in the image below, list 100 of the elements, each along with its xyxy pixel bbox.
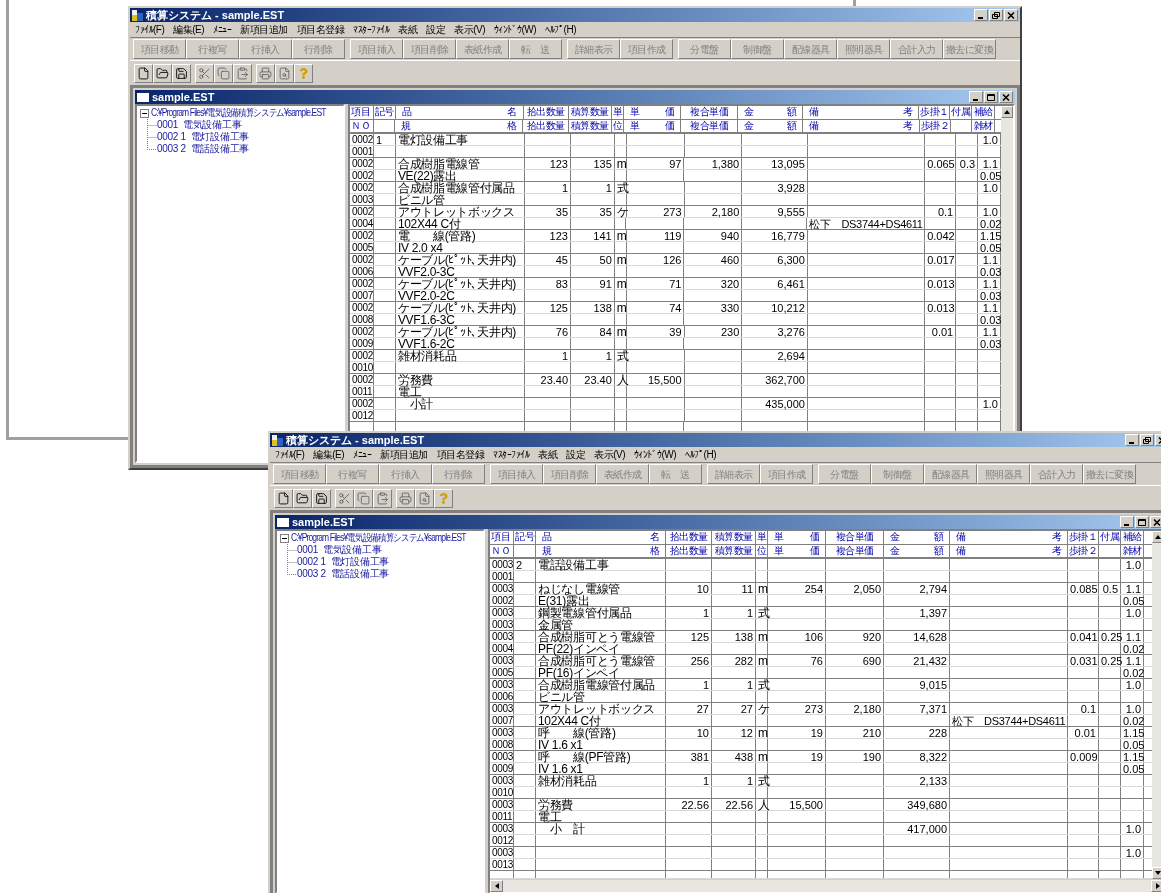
app-icon — [132, 9, 143, 21]
menu-item[interactable]: 編集(E) — [313, 447, 345, 462]
table-cell: 23.40 — [571, 374, 615, 385]
table-cell: 0.085 — [1068, 583, 1099, 594]
copy-button[interactable] — [354, 488, 373, 508]
tree-item[interactable]: 0002 1 電灯設備工事 — [157, 131, 249, 143]
minimize-button[interactable] — [974, 9, 988, 21]
menu-item[interactable]: 表示(V) — [594, 447, 625, 462]
paste-button[interactable] — [233, 63, 252, 83]
print-button[interactable] — [396, 488, 415, 508]
collapse-icon[interactable] — [280, 533, 289, 543]
close-button[interactable] — [999, 91, 1013, 103]
maximize-button[interactable] — [1135, 516, 1149, 528]
table-cell: 6,461 — [742, 278, 808, 289]
tree-item[interactable]: 0001 電気設備工事 — [297, 544, 382, 556]
minimize-button[interactable] — [1125, 434, 1139, 446]
table-cell: 0.05 — [1121, 763, 1144, 774]
vertical-scrollbar[interactable] — [1001, 106, 1013, 432]
table-cell: アウトレットボックス — [536, 703, 666, 714]
table-cell: ケ — [614, 206, 627, 217]
table-cell: 0002 — [350, 206, 374, 217]
tree-item[interactable]: 0003 2 電話設備工事 — [157, 143, 249, 155]
menu-item[interactable]: 項目名登録 — [296, 22, 345, 37]
column-header: 価 — [664, 106, 675, 119]
menu-item[interactable]: 表紙 — [398, 22, 418, 37]
minimize-button[interactable] — [1120, 516, 1134, 528]
menu-item[interactable]: 表示(V) — [454, 22, 485, 37]
menu-item[interactable]: ﾏｽﾀｰﾌｧｲﾙ — [493, 447, 530, 462]
menu-item[interactable]: ﾌｧｲﾙ(F) — [275, 447, 305, 462]
table-cell: 0013 — [490, 859, 514, 870]
menu-item[interactable]: 設定 — [426, 22, 446, 37]
help-button[interactable] — [434, 488, 453, 508]
close-icon — [1007, 11, 1015, 19]
menu-item[interactable]: 表紙 — [538, 447, 558, 462]
restore-button[interactable] — [1140, 434, 1154, 446]
tree-item[interactable]: 0002 1 電灯設備工事 — [297, 556, 389, 568]
open-folder-button[interactable] — [153, 63, 172, 83]
table-cell: 0002 — [350, 134, 374, 145]
table-cell: 8,322 — [884, 751, 950, 762]
table-cell: 1 — [666, 775, 712, 786]
column-header: 額 — [933, 544, 943, 557]
tree-item[interactable]: C:¥Program Files¥電気設備積算システム¥sample.EST — [291, 532, 466, 544]
menu-item[interactable]: ｳｨﾝﾄﾞｳ(W) — [633, 447, 677, 462]
table-cell: 210 — [826, 727, 884, 738]
menu-item[interactable]: 新項目追加 — [380, 447, 428, 462]
table-cell: 97 — [626, 158, 685, 169]
menu-item[interactable]: 項目名登録 — [436, 447, 485, 462]
tree-item[interactable]: 0001 電気設備工事 — [157, 119, 242, 131]
table-cell: 合成樹脂電線管付属品 — [536, 679, 666, 690]
table-cell: 0006 — [350, 266, 374, 277]
cut-button[interactable] — [335, 488, 354, 508]
open-folder-button[interactable] — [293, 488, 312, 508]
tree-item[interactable]: 0003 2 電話設備工事 — [297, 568, 389, 580]
table-cell: 0003 — [490, 619, 514, 630]
table-cell: m — [614, 230, 627, 241]
menu-item[interactable]: 編集(E) — [173, 22, 205, 37]
preview-button[interactable] — [275, 63, 294, 83]
table-cell: ケ — [756, 703, 768, 714]
minimize-button[interactable] — [969, 91, 983, 103]
horizontal-scrollbar[interactable] — [490, 879, 1161, 892]
column-header: 品 — [542, 531, 552, 544]
menu-item[interactable]: ﾒﾆｭｰ — [353, 447, 372, 462]
copy-button[interactable] — [214, 63, 233, 83]
new-file-button[interactable] — [134, 63, 153, 83]
column-header: 雑材 — [1122, 544, 1142, 557]
table-cell: 14,628 — [884, 631, 950, 642]
print-button[interactable] — [256, 63, 275, 83]
menu-item[interactable]: 新項目追加 — [240, 22, 288, 37]
preview-button[interactable] — [415, 488, 434, 508]
table-cell: 0003 — [490, 799, 514, 810]
save-button[interactable] — [312, 488, 331, 508]
menu-item[interactable]: 設定 — [566, 447, 586, 462]
new-file-button[interactable] — [274, 488, 293, 508]
table-cell: 84 — [571, 326, 615, 337]
column-header: 単 — [613, 106, 623, 119]
table-cell: 0008 — [350, 314, 374, 325]
menu-item[interactable]: ｳｨﾝﾄﾞｳ(W) — [493, 22, 537, 37]
collapse-icon[interactable] — [140, 108, 149, 118]
document-icon — [277, 517, 289, 527]
table-cell: 0002 — [350, 254, 374, 265]
maximize-button[interactable] — [984, 91, 998, 103]
close-button[interactable] — [1150, 516, 1161, 528]
table-cell: 雑材消耗品 — [395, 350, 526, 361]
help-button[interactable] — [294, 63, 313, 83]
menu-item[interactable]: ﾏｽﾀｰﾌｧｲﾙ — [353, 22, 390, 37]
save-button[interactable] — [172, 63, 191, 83]
table-cell: 1.1 — [1121, 655, 1144, 666]
cut-button[interactable] — [195, 63, 214, 83]
vertical-scrollbar[interactable] — [1152, 531, 1161, 879]
menu-item[interactable]: ﾍﾙﾌﾟ(H) — [545, 22, 576, 37]
tree-item[interactable]: C:¥Program Files¥電気設備積算システム¥sample.EST — [151, 107, 326, 119]
close-button[interactable] — [1004, 9, 1018, 21]
restore-button[interactable] — [989, 9, 1003, 21]
paste-button[interactable] — [373, 488, 392, 508]
table-cell: 0.041 — [1068, 631, 1099, 642]
menu-item[interactable]: ﾒﾆｭｰ — [213, 22, 232, 37]
column-header: ＮＯ — [351, 119, 370, 132]
table-cell: 45 — [525, 254, 571, 265]
menu-item[interactable]: ﾌｧｲﾙ(F) — [135, 22, 165, 37]
menu-item[interactable]: ﾍﾙﾌﾟ(H) — [685, 447, 716, 462]
